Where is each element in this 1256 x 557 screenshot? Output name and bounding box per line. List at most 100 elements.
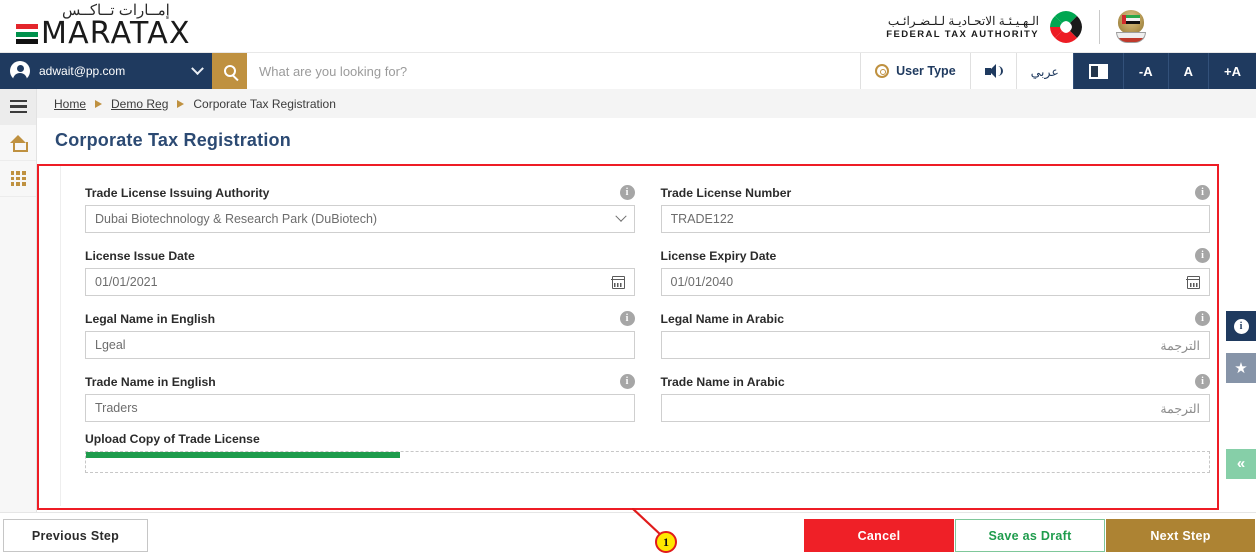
field-trade-name-arabic: Trade Name in Arabic i الترجمة <box>660 369 1210 422</box>
language-arabic-label: عربي <box>1030 64 1059 79</box>
previous-step-button[interactable]: Previous Step <box>3 519 148 552</box>
upload-label: Upload Copy of Trade License <box>85 432 260 446</box>
field-value: 01/01/2021 <box>95 275 158 289</box>
federal-tax-authority-logo: الـهـيـئـة الاتحـاديـة لـلـضـرائـب FEDER… <box>886 8 1148 46</box>
license-issue-date-input[interactable]: 01/01/2021 <box>85 268 635 296</box>
field-legal-name-english: Legal Name in English i Lgeal <box>85 306 635 359</box>
font-normal-button[interactable]: A <box>1167 53 1209 89</box>
info-icon[interactable]: i <box>1195 185 1210 200</box>
field-license-issue-date: License Issue Date 01/01/2021 <box>85 243 635 296</box>
info-icon[interactable]: i <box>1195 374 1210 389</box>
field-label: Trade Name in Arabic <box>660 374 785 389</box>
logo-divider <box>1099 10 1100 44</box>
search-input[interactable] <box>259 63 849 79</box>
user-type-button[interactable]: User Type <box>860 53 970 89</box>
left-sidebar-rail <box>0 89 37 557</box>
field-label: Legal Name in Arabic <box>660 311 785 326</box>
grid-icon <box>10 171 26 186</box>
calendar-icon[interactable] <box>610 275 625 289</box>
field-license-expiry-date: License Expiry Date i 01/01/2040 <box>660 243 1210 296</box>
breadcrumb-separator-icon <box>95 99 103 108</box>
info-icon[interactable]: i <box>1195 311 1210 326</box>
floating-info-button[interactable]: i <box>1226 311 1256 341</box>
trade-name-arabic-input[interactable]: الترجمة <box>660 394 1210 422</box>
field-value: الترجمة <box>1160 338 1200 353</box>
emaratax-logo-text: MARATAX <box>41 16 191 51</box>
field-trade-license-number: Trade License Number i TRADE122 <box>660 180 1210 233</box>
chevron-down-icon <box>191 61 204 75</box>
field-label: License Issue Date <box>85 248 195 263</box>
font-increase-button[interactable]: +A <box>1208 53 1256 89</box>
save-as-draft-button[interactable]: Save as Draft <box>955 519 1105 552</box>
gear-icon <box>875 64 890 78</box>
uae-emblem-icon <box>1114 8 1148 46</box>
page-title: Corporate Tax Registration <box>37 118 1256 163</box>
user-email-label: adwait@pp.com <box>39 64 126 78</box>
field-value: Lgeal <box>95 338 126 352</box>
trade-name-english-input[interactable]: Traders <box>85 394 635 422</box>
breadcrumb-item-current: Corporate Tax Registration <box>193 96 336 111</box>
avatar-icon <box>10 61 30 82</box>
field-value: 01/01/2040 <box>670 275 734 289</box>
text-to-speech-button[interactable] <box>969 53 1016 89</box>
info-icon[interactable]: i <box>619 185 635 200</box>
contrast-icon <box>1088 63 1108 79</box>
hamburger-icon <box>9 99 27 114</box>
sidebar-item-menu[interactable] <box>0 89 36 125</box>
font-decrease-button[interactable]: -A <box>1122 53 1168 89</box>
floating-favourite-button[interactable]: ★ <box>1226 353 1256 383</box>
info-icon[interactable]: i <box>1195 248 1210 263</box>
top-navigation-bar: adwait@pp.com User Type عربي -A A +A <box>0 53 1256 89</box>
info-icon: i <box>1233 318 1249 334</box>
emaratax-logo[interactable]: إمــارات تــاكــس MARATAX <box>16 2 191 49</box>
field-legal-name-arabic: Legal Name in Arabic i الترجمة <box>660 306 1210 359</box>
floating-scroll-top-button[interactable]: « <box>1226 449 1256 479</box>
breadcrumb: Home Demo Reg Corporate Tax Registration <box>37 89 1256 118</box>
calendar-icon[interactable] <box>1186 275 1200 289</box>
user-account-dropdown[interactable]: adwait@pp.com <box>0 53 212 89</box>
chevron-up-icon: « <box>1236 455 1246 472</box>
field-label: License Expiry Date <box>660 248 777 263</box>
footer-action-bar: Previous Step Cancel Save as Draft Next … <box>0 512 1256 557</box>
field-value: TRADE122 <box>670 212 734 226</box>
field-trade-name-english: Trade Name in English i Traders <box>85 369 635 422</box>
speaker-icon <box>984 64 1003 78</box>
emaratax-application: إمــارات تــاكــس MARATAX الـهـيـئـة الا… <box>0 0 1256 557</box>
sidebar-item-apps[interactable] <box>0 161 36 197</box>
upload-trade-license-section: Upload Copy of Trade License <box>61 432 1240 473</box>
field-trade-license-issuing-authority: Trade License Issuing Authority i Dubai … <box>85 180 635 233</box>
field-label: Trade Name in English <box>85 374 216 389</box>
field-label: Legal Name in English <box>85 311 216 326</box>
chevron-down-icon <box>614 210 627 222</box>
info-icon[interactable]: i <box>619 374 635 389</box>
trade-license-number-input[interactable]: TRADE122 <box>660 205 1210 233</box>
fta-arabic-text: الـهـيـئـة الاتحـاديـة لـلـضـرائـب <box>887 13 1039 28</box>
contrast-toggle-button[interactable] <box>1072 53 1123 89</box>
upload-progress-bar <box>86 452 401 458</box>
emaratax-flag-e-icon <box>16 24 38 44</box>
cancel-button[interactable]: Cancel <box>804 519 954 552</box>
font-decrease-label: -A <box>1138 63 1153 79</box>
floating-action-buttons: i ★ « <box>1226 311 1256 479</box>
search-button[interactable] <box>212 53 247 89</box>
star-icon: ★ <box>1234 359 1248 377</box>
field-label: Trade License Issuing Authority <box>85 185 270 200</box>
language-arabic-button[interactable]: عربي <box>1015 53 1073 89</box>
font-normal-label: A <box>1183 63 1194 79</box>
upload-dropzone[interactable] <box>85 451 1210 473</box>
user-type-label: User Type <box>896 64 956 78</box>
legal-name-arabic-input[interactable]: الترجمة <box>660 331 1210 359</box>
field-value: Dubai Biotechnology & Research Park (DuB… <box>95 212 378 226</box>
info-icon[interactable]: i <box>619 311 635 326</box>
fta-english-text: FEDERAL TAX AUTHORITY <box>886 28 1039 40</box>
trade-license-issuing-authority-select[interactable]: Dubai Biotechnology & Research Park (DuB… <box>85 205 635 233</box>
legal-name-english-input[interactable]: Lgeal <box>85 331 635 359</box>
breadcrumb-item-home[interactable]: Home <box>54 97 86 111</box>
next-step-button[interactable]: Next Step <box>1106 519 1255 552</box>
form-field-grid: Trade License Issuing Authority i Dubai … <box>61 166 1240 432</box>
fta-swirl-icon <box>1047 8 1085 46</box>
breadcrumb-separator-icon <box>177 99 185 108</box>
breadcrumb-item-demo-reg[interactable]: Demo Reg <box>111 97 168 111</box>
license-expiry-date-input[interactable]: 01/01/2040 <box>660 268 1210 296</box>
sidebar-item-home[interactable] <box>0 125 36 161</box>
